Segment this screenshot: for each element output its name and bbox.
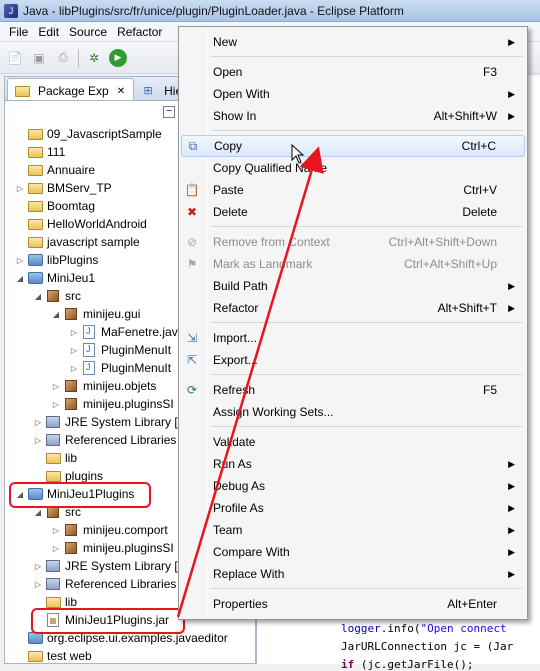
- annotation-arrow: [176, 146, 324, 618]
- mouse-cursor-icon: [291, 144, 305, 164]
